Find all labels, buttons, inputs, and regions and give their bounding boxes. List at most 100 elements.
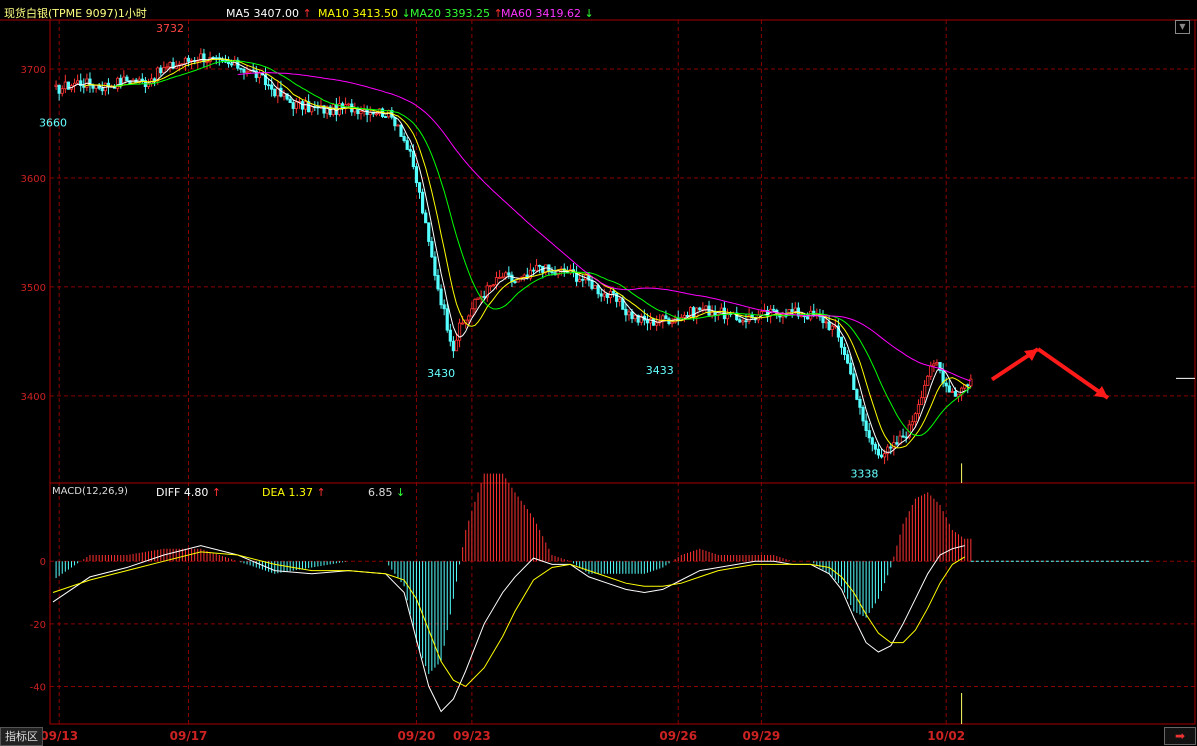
- macd-tick-label: 0: [40, 557, 46, 568]
- candle-body: [870, 437, 874, 445]
- candle-body: [916, 404, 921, 415]
- indicator-area-tab[interactable]: 指标区: [0, 727, 43, 746]
- price-tick-label: 3400: [21, 392, 46, 403]
- candle-body: [125, 76, 129, 82]
- candle-body: [205, 61, 209, 63]
- candle-body: [652, 318, 656, 326]
- candle-body: [950, 391, 954, 393]
- candle-body: [633, 314, 637, 320]
- candle-body: [670, 321, 674, 324]
- candle-body: [827, 321, 831, 330]
- candle-body: [294, 101, 298, 109]
- ma20-readout: MA20 3393.25 ↑: [410, 7, 503, 20]
- date-tick-label: 09/29: [743, 729, 781, 743]
- ma10-value: 3413.50: [352, 7, 399, 20]
- chart-menu-dropdown-icon[interactable]: ▼: [1175, 20, 1190, 34]
- candle-body: [969, 378, 973, 387]
- candle-body: [960, 387, 964, 395]
- candle-body: [926, 375, 930, 386]
- candle-body: [929, 365, 933, 377]
- candle-body: [310, 106, 314, 113]
- candle-body: [186, 57, 191, 62]
- candle-body: [417, 182, 422, 193]
- date-tick-label: 10/02: [927, 729, 965, 743]
- ma60-line: [237, 72, 971, 382]
- ma5-label: MA5: [226, 7, 251, 20]
- ma20-line: [114, 60, 972, 437]
- candle-body: [482, 296, 486, 298]
- macd-panel-frame: [49, 482, 1196, 725]
- candle-body: [374, 113, 379, 116]
- candle-body: [491, 284, 496, 287]
- date-tick-label: 09/26: [659, 729, 697, 743]
- candle-body: [476, 297, 480, 300]
- candle-body: [436, 275, 440, 290]
- candle-body: [230, 63, 234, 66]
- extreme-value-label: 3338: [850, 467, 878, 480]
- candle-body: [242, 68, 246, 73]
- macd-dea-line: [52, 551, 965, 688]
- candle-body: [806, 316, 810, 320]
- candle-body: [824, 321, 828, 324]
- candle-body: [901, 435, 905, 438]
- candle-body: [54, 84, 58, 87]
- candle-body: [772, 308, 776, 311]
- candle-body: [183, 57, 188, 65]
- forecast-down-arrow: [1036, 347, 1110, 400]
- candle-body: [405, 140, 409, 150]
- extreme-value-label: 3433: [646, 364, 674, 377]
- candle-body: [420, 191, 425, 214]
- candle-body: [624, 308, 628, 316]
- candle-body: [883, 453, 887, 458]
- candle-body: [630, 311, 634, 320]
- candle-body: [842, 346, 847, 356]
- candle-body: [861, 406, 865, 422]
- price-panel-frame: [49, 19, 1196, 484]
- candle-body: [966, 384, 970, 387]
- candle-body: [741, 320, 745, 323]
- macd-arrow: ↓: [396, 486, 406, 499]
- candle-body: [682, 314, 687, 318]
- candle-body: [116, 77, 120, 89]
- macd-value: 6.85: [368, 486, 393, 499]
- scroll-right-arrow-icon[interactable]: ➡: [1164, 727, 1196, 745]
- candle-body: [91, 85, 95, 89]
- candle-body: [759, 311, 764, 316]
- candle-body: [226, 61, 231, 65]
- candle-body: [538, 264, 542, 267]
- forecast-arrows: [961, 347, 1195, 724]
- candle-body: [879, 454, 884, 458]
- candle-body: [239, 67, 243, 70]
- candlestick-series: [54, 48, 973, 465]
- candle-body: [273, 88, 277, 97]
- candle-body: [852, 373, 856, 390]
- dea-label: DEA: [262, 486, 285, 499]
- candle-body: [393, 116, 397, 127]
- candle-body: [627, 311, 631, 316]
- candle-body: [60, 88, 64, 94]
- moving-average-lines: [68, 57, 972, 453]
- macd-value-readout: 6.85 ↓: [368, 486, 405, 499]
- candle-body: [153, 78, 157, 81]
- candle-body: [596, 285, 600, 295]
- candle-body: [439, 288, 443, 306]
- candle-body: [451, 340, 456, 352]
- candle-body: [63, 81, 67, 90]
- date-tick-label: 09/13: [40, 729, 78, 743]
- candle-body: [889, 446, 893, 449]
- candle-body: [461, 322, 465, 325]
- candle-body: [270, 84, 274, 90]
- candle-body: [615, 292, 619, 302]
- extreme-value-label: 3732: [156, 22, 184, 35]
- chart-title: 现货白银(TPME 9097)1小时: [4, 7, 147, 20]
- candle-body: [710, 312, 714, 316]
- candle-body: [408, 149, 412, 152]
- candle-body: [76, 80, 80, 84]
- candle-body: [645, 319, 650, 324]
- candle-body: [919, 397, 924, 406]
- macd-diff-readout: DIFF 4.80 ↑: [156, 486, 221, 499]
- ma60-label: MA60: [501, 7, 533, 20]
- candle-body: [454, 339, 459, 352]
- candle-body: [913, 413, 918, 423]
- chart-grid: [0, 19, 1197, 725]
